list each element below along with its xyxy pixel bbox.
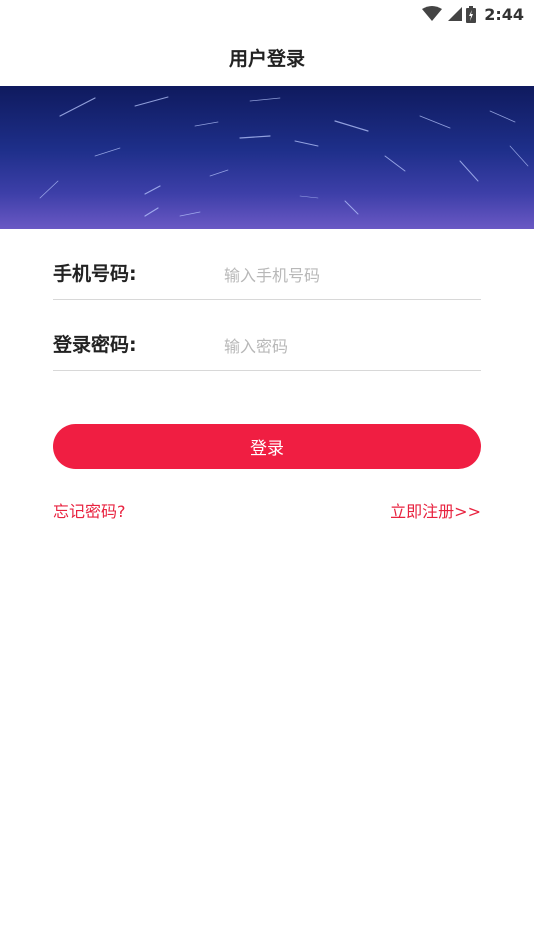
login-form: 手机号码: 登录密码:: [53, 229, 481, 371]
phone-input[interactable]: [224, 259, 474, 291]
password-input[interactable]: [224, 330, 474, 362]
password-row: 登录密码:: [53, 300, 481, 371]
password-label: 登录密码:: [53, 334, 137, 356]
phone-label: 手机号码:: [53, 263, 137, 285]
status-bar: 2:44: [0, 0, 534, 28]
app-header: 用户登录: [0, 28, 534, 86]
forgot-password-link[interactable]: 忘记密码?: [53, 498, 126, 522]
register-link[interactable]: 立即注册>>: [390, 498, 481, 522]
wifi-icon: [422, 6, 443, 21]
star-trails-graphic: [39, 96, 529, 217]
status-icons: 2:44: [422, 3, 524, 25]
battery-icon: [466, 5, 477, 23]
page-title: 用户登录: [228, 47, 305, 70]
banner-image: [0, 86, 534, 229]
phone-row: 手机号码:: [53, 229, 481, 300]
login-button[interactable]: 登录: [53, 424, 481, 469]
status-time: 2:44: [484, 4, 524, 24]
cellular-signal-icon: [448, 7, 463, 21]
